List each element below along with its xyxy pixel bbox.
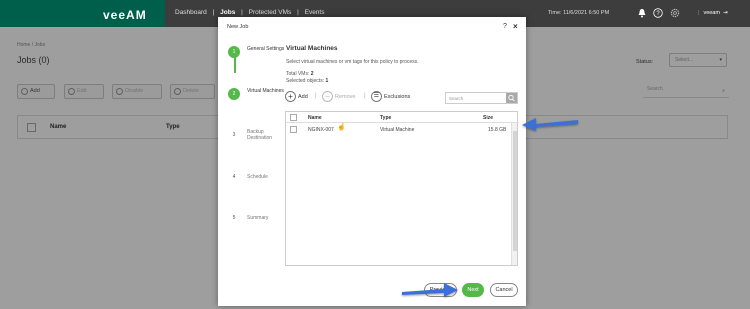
veeam-logo: veeAM (103, 8, 147, 22)
wizard-steps: 1 General Settings 2 Virtual Machines 3 … (218, 41, 284, 281)
nav-jobs[interactable]: Jobs (220, 9, 235, 16)
exclusions-label: Exclusions (384, 93, 411, 100)
add-vm-label: Add (298, 93, 308, 100)
nav-separator: | (241, 9, 243, 16)
select-all-vms-checkbox[interactable] (290, 114, 297, 121)
step-number: 4 (228, 171, 240, 183)
vm-totals: Total VMs: 2 Selected objects: 1 (286, 71, 328, 84)
annotation-arrow-icon (522, 118, 578, 131)
dialog-title: New Job (227, 24, 249, 30)
vm-table-header: Name Type Size (286, 112, 519, 123)
add-vm-button[interactable]: + Add (285, 91, 308, 102)
column-header-name[interactable]: Name (308, 115, 322, 121)
total-vms-label: Total VMs: (286, 71, 310, 77)
vm-type: Virtual Machine (380, 127, 415, 133)
step-number: 3 (228, 129, 240, 141)
scrollbar-thumb[interactable] (513, 131, 517, 251)
server-time: Time: 11/6/2021 6:50 PM (548, 10, 610, 16)
vm-table-scrollbar[interactable] (511, 123, 517, 265)
table-row[interactable]: NGINX-007 Virtual Machine 15.8 GB (286, 123, 512, 136)
selected-objects-label: Selected objects: (286, 77, 325, 84)
column-header-type[interactable]: Type (380, 115, 391, 121)
remove-vm-label: Remove (335, 93, 356, 100)
close-icon[interactable]: × (513, 22, 518, 31)
column-header-size[interactable]: Size (483, 115, 493, 121)
dialog-help-icon[interactable]: ? (503, 23, 507, 30)
next-button[interactable]: Next (462, 283, 484, 297)
user-separator: | (698, 10, 700, 16)
brand-area: veeAM (0, 0, 165, 27)
step-label: General Settings (247, 46, 285, 52)
content-title: Virtual Machines (286, 45, 338, 52)
vm-table: Name Type Size NGINX-007 Virtual Machine… (285, 111, 519, 266)
user-menu[interactable]: | veeam ⇥ (698, 10, 728, 16)
row-checkbox[interactable] (290, 126, 297, 133)
annotation-arrow-icon (402, 283, 458, 297)
list-icon: ☰ (371, 91, 382, 102)
hand-cursor-icon: ☝ (337, 124, 346, 131)
svg-text:?: ? (656, 11, 660, 17)
toolbar-separator: | (364, 93, 366, 99)
bell-icon[interactable] (637, 8, 647, 18)
gear-icon[interactable] (670, 8, 680, 18)
logout-icon: ⇥ (722, 10, 728, 16)
help-icon[interactable]: ? (653, 8, 663, 18)
vm-search-placeholder: Search (449, 96, 464, 101)
user-name: veeam (703, 10, 720, 16)
step-label: Virtual Machines (247, 88, 284, 94)
remove-vm-button[interactable]: − Remove (322, 91, 355, 102)
step-number: 2 (228, 88, 240, 100)
vm-name: NGINX-007 (308, 127, 334, 133)
new-job-dialog: New Job ? × 1 General Settings 2 Virtual… (218, 17, 526, 306)
content-description: Select virtual machines or vm tags for t… (286, 59, 419, 65)
step-number: 1 (228, 46, 240, 58)
main-nav: Dashboard | Jobs | Protected VMs | Event… (175, 9, 328, 16)
selected-objects-value: 1 (325, 77, 329, 84)
toolbar-separator: | (315, 93, 317, 99)
nav-separator: | (297, 9, 299, 16)
plus-icon: + (285, 91, 296, 102)
exclusions-button[interactable]: ☰ Exclusions (371, 91, 410, 102)
nav-events[interactable]: Events (305, 9, 325, 16)
vm-size: 15.8 GB (488, 127, 507, 133)
search-icon[interactable] (506, 93, 517, 103)
step-label: Schedule (247, 174, 268, 180)
vm-search-input[interactable]: Search (445, 92, 518, 104)
step-label: Summary (247, 215, 269, 221)
step-label: Backup Destination (247, 129, 273, 141)
nav-protected-vms[interactable]: Protected VMs (249, 9, 292, 16)
minus-icon: − (322, 91, 333, 102)
step-number: 5 (228, 212, 240, 224)
total-vms-value: 2 (310, 71, 314, 77)
cancel-button[interactable]: Cancel (490, 283, 518, 297)
nav-dashboard[interactable]: Dashboard (175, 9, 207, 16)
nav-separator: | (212, 9, 215, 16)
